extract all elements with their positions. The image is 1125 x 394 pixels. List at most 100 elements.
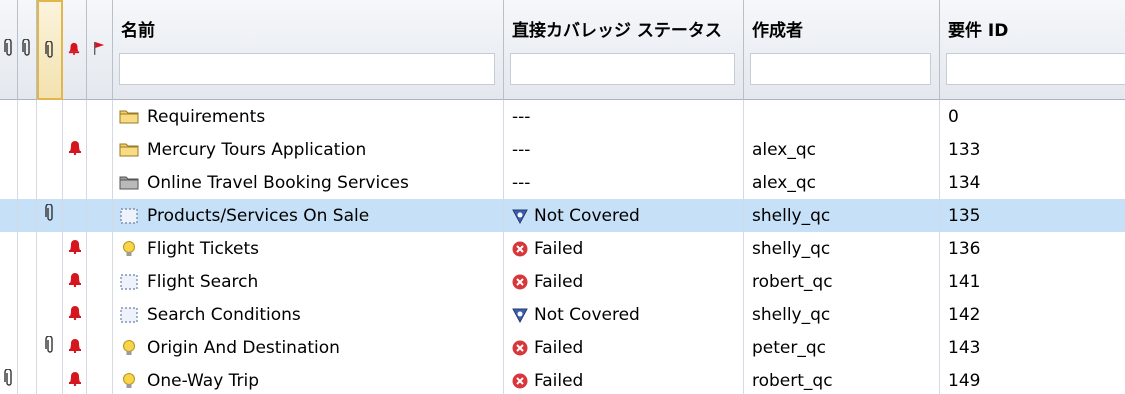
coverage-cell[interactable]: Failed: [504, 265, 744, 298]
name-cell[interactable]: Flight Search: [113, 265, 504, 298]
author-cell[interactable]: peter_qc: [744, 331, 940, 364]
filter-coverage-input[interactable]: [510, 53, 735, 85]
req-id-cell[interactable]: 142: [940, 298, 1125, 331]
functional-requirement-icon: [119, 372, 139, 390]
req-id-cell[interactable]: 0: [940, 100, 1125, 133]
name-cell[interactable]: Requirements: [113, 100, 504, 133]
header-attachment-col-2[interactable]: [37, 0, 63, 100]
header-flag-col[interactable]: [87, 0, 113, 100]
cell-text: 0: [948, 106, 959, 127]
cell-text: Failed: [534, 337, 584, 358]
req-id-cell[interactable]: 141: [940, 265, 1125, 298]
cell-text: 136: [948, 238, 981, 259]
filter-name-input[interactable]: [119, 53, 495, 85]
attachment-cell: [0, 166, 18, 199]
alert-cell: [63, 232, 87, 265]
author-cell[interactable]: robert_qc: [744, 265, 940, 298]
name-cell[interactable]: Online Travel Booking Services: [113, 166, 504, 199]
table-row[interactable]: Origin And Destination Failed peter_qc 143: [0, 331, 1125, 364]
alert-cell: [63, 298, 87, 331]
cell-text: Online Travel Booking Services: [147, 172, 409, 193]
column-title-coverage: 直接カバレッジ ステータス: [512, 21, 722, 41]
author-cell[interactable]: shelly_qc: [744, 199, 940, 232]
header-attachment-col-1[interactable]: [0, 0, 18, 100]
coverage-cell[interactable]: Not Covered: [504, 298, 744, 331]
cell-text: Flight Tickets: [147, 238, 260, 259]
attachment-cell: [0, 199, 18, 232]
req-id-cell[interactable]: 149: [940, 364, 1125, 394]
coverage-cell[interactable]: Not Covered: [504, 199, 744, 232]
filter-author-input[interactable]: [750, 53, 931, 85]
cell-text: Failed: [534, 370, 584, 391]
flag-cell: [87, 331, 113, 364]
alert-icon: [68, 337, 82, 358]
alert-icon: [68, 271, 82, 292]
coverage-cell[interactable]: Failed: [504, 364, 744, 394]
attachment-cell-2: [18, 166, 37, 199]
name-cell[interactable]: Search Conditions: [113, 298, 504, 331]
requirement-icon: [119, 207, 139, 225]
attachment-cell-3: [37, 265, 63, 298]
author-cell[interactable]: [744, 100, 940, 133]
table-row[interactable]: Flight Search Failed robert_qc 141: [0, 265, 1125, 298]
req-id-cell[interactable]: 136: [940, 232, 1125, 265]
column-header-author[interactable]: 作成者: [744, 0, 940, 100]
attachment-icon: [44, 40, 56, 60]
attachment-cell-3: [37, 232, 63, 265]
alert-icon: [68, 238, 82, 259]
coverage-cell[interactable]: ---: [504, 166, 744, 199]
name-cell[interactable]: Mercury Tours Application: [113, 133, 504, 166]
name-cell[interactable]: Products/Services On Sale: [113, 199, 504, 232]
attachment-icon: [21, 38, 33, 58]
req-id-cell[interactable]: 135: [940, 199, 1125, 232]
table-row[interactable]: Mercury Tours Application --- alex_qc 133: [0, 133, 1125, 166]
column-header-req-id[interactable]: 要件 ID: [940, 0, 1125, 100]
name-cell[interactable]: Flight Tickets: [113, 232, 504, 265]
alert-cell: [63, 199, 87, 232]
table-row[interactable]: Requirements --- 0: [0, 100, 1125, 133]
req-id-cell[interactable]: 133: [940, 133, 1125, 166]
cell-text: shelly_qc: [752, 304, 831, 325]
column-header-coverage[interactable]: 直接カバレッジ ステータス: [504, 0, 744, 100]
attachment-icon: [44, 335, 55, 359]
table-row[interactable]: One-Way Trip Failed robert_qc 149: [0, 364, 1125, 394]
name-cell[interactable]: Origin And Destination: [113, 331, 504, 364]
cell-text: Not Covered: [534, 304, 640, 325]
attachment-cell: [0, 331, 18, 364]
table-row[interactable]: Flight Tickets Failed shelly_qc 136: [0, 232, 1125, 265]
alert-icon: [68, 304, 82, 325]
attachment-icon: [3, 368, 14, 392]
author-cell[interactable]: alex_qc: [744, 166, 940, 199]
coverage-cell[interactable]: ---: [504, 133, 744, 166]
filter-req-id-input[interactable]: [946, 53, 1125, 85]
cell-text: Failed: [534, 271, 584, 292]
alert-cell: [63, 100, 87, 133]
coverage-cell[interactable]: Failed: [504, 331, 744, 364]
table-row[interactable]: Online Travel Booking Services --- alex_qc…: [0, 166, 1125, 199]
attachment-cell-2: [18, 199, 37, 232]
table-row[interactable]: Products/Services On Sale Not Covered shel…: [0, 199, 1125, 232]
name-cell[interactable]: One-Way Trip: [113, 364, 504, 394]
cell-text: Mercury Tours Application: [147, 139, 367, 160]
coverage-cell[interactable]: ---: [504, 100, 744, 133]
attachment-cell-3: [37, 133, 63, 166]
author-cell[interactable]: robert_qc: [744, 364, 940, 394]
column-header-name[interactable]: 名前: [113, 0, 504, 100]
header-attachment-col-1b[interactable]: [18, 0, 37, 100]
failed-icon: [512, 241, 528, 257]
req-id-cell[interactable]: 134: [940, 166, 1125, 199]
cell-text: One-Way Trip: [147, 370, 260, 391]
author-cell[interactable]: shelly_qc: [744, 298, 940, 331]
alert-icon: [68, 139, 82, 160]
req-id-cell[interactable]: 143: [940, 331, 1125, 364]
alert-icon: [68, 38, 80, 58]
cell-text: shelly_qc: [752, 238, 831, 259]
coverage-cell[interactable]: Failed: [504, 232, 744, 265]
attachment-cell-3: [37, 100, 63, 133]
header-alert-col[interactable]: [63, 0, 87, 100]
table-row[interactable]: Search Conditions Not Covered shelly_qc 142: [0, 298, 1125, 331]
author-cell[interactable]: alex_qc: [744, 133, 940, 166]
author-cell[interactable]: shelly_qc: [744, 232, 940, 265]
flag-cell: [87, 232, 113, 265]
column-title-name: 名前: [121, 21, 155, 41]
